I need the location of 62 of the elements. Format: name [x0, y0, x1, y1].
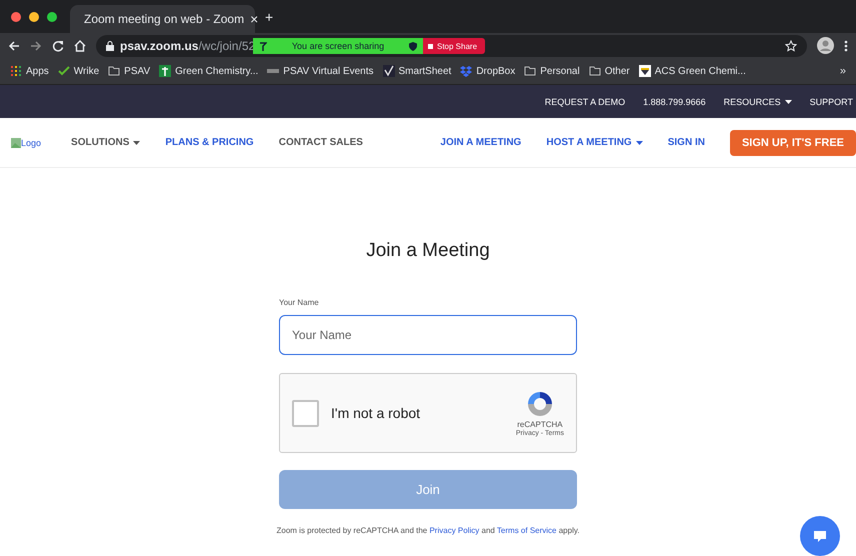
dropbox-icon — [460, 65, 472, 77]
chat-icon — [813, 530, 827, 542]
url-text: psav.zoom.us/wc/join/52 — [120, 38, 256, 52]
reload-icon[interactable] — [52, 40, 64, 52]
bookmark[interactable]: SmartSheet — [382, 65, 452, 77]
chat-button[interactable] — [800, 516, 840, 556]
bookmark[interactable]: DropBox — [460, 65, 516, 77]
bookmark[interactable]: Green Chemistry... — [159, 65, 258, 77]
folder-icon — [588, 65, 601, 77]
folder-icon — [524, 65, 536, 77]
check-icon — [382, 65, 395, 77]
bookmark[interactable]: Apps — [10, 65, 49, 77]
browser-tab[interactable]: Zoom meeting on web - Zoom × — [70, 5, 255, 33]
new-tab-button[interactable]: + — [265, 8, 274, 24]
forward-icon[interactable] — [30, 40, 42, 52]
top-link[interactable]: RESOURCES — [724, 96, 792, 106]
top-link[interactable]: REQUEST A DEMO — [544, 96, 626, 106]
bookmark[interactable]: Personal — [524, 65, 580, 77]
nav-link[interactable]: CONTACT SALES — [278, 137, 363, 148]
policy-link[interactable]: Privacy Policy — [429, 526, 480, 535]
home-icon[interactable] — [74, 40, 86, 52]
star-icon[interactable] — [785, 40, 797, 52]
caret-icon — [636, 140, 643, 144]
caret-icon — [784, 100, 792, 104]
policy-link[interactable]: Terms of Service — [496, 526, 556, 535]
nav-link[interactable]: PLANS & PRICING — [165, 137, 254, 148]
top-link[interactable]: SUPPORT — [810, 96, 853, 106]
sharing-message: You are screen sharing — [292, 41, 384, 51]
bookmark[interactable]: PSAV — [108, 65, 150, 77]
lock-icon — [106, 40, 114, 50]
grid-icon — [10, 65, 22, 77]
cross-icon — [159, 65, 172, 77]
bookmark[interactable]: ACS Green Chemi... — [638, 65, 746, 77]
menu-icon[interactable] — [844, 40, 848, 52]
nav-link[interactable]: SOLUTIONS — [71, 137, 140, 148]
folder-icon — [108, 65, 120, 77]
badge-icon — [638, 65, 651, 77]
check-icon — [58, 65, 70, 77]
nav-link[interactable]: JOIN A MEETING — [440, 137, 522, 148]
nav-link[interactable]: SIGN IN — [668, 137, 705, 148]
bookmark[interactable]: Other — [588, 65, 630, 77]
broken-logo-image[interactable]: Logo — [11, 138, 42, 148]
page-title: Join a Meeting — [366, 240, 490, 262]
stop-share-button[interactable]: Stop Share — [423, 38, 485, 54]
bookmark[interactable]: PSAV Virtual Events — [267, 65, 374, 77]
recaptcha-notice: Zoom is protected by reCAPTCHA and the Privacy Policy and Terms of Service apply. — [276, 526, 580, 535]
captcha-label: I'm not a robot — [331, 405, 422, 421]
nav-link[interactable]: HOST A MEETING — [546, 137, 643, 148]
top-link[interactable]: 1.888.799.9666 — [643, 96, 706, 106]
shield-icon — [408, 42, 417, 50]
more-bookmarks-button[interactable]: » — [840, 65, 846, 77]
name-field[interactable]: Your Name — [279, 315, 577, 355]
caret-icon — [133, 140, 140, 144]
avatar-icon[interactable] — [817, 37, 834, 54]
stop-icon — [428, 44, 433, 48]
captcha-checkbox[interactable] — [292, 400, 319, 426]
field-label: Your Name — [279, 298, 320, 307]
captcha-brand: reCAPTCHA — [517, 420, 563, 429]
window-controls-icon[interactable] — [10, 10, 60, 22]
back-icon[interactable] — [8, 40, 20, 52]
tab-title: Zoom meeting on web - Zoom — [84, 12, 244, 26]
bookmark[interactable]: Wrike — [58, 65, 100, 77]
